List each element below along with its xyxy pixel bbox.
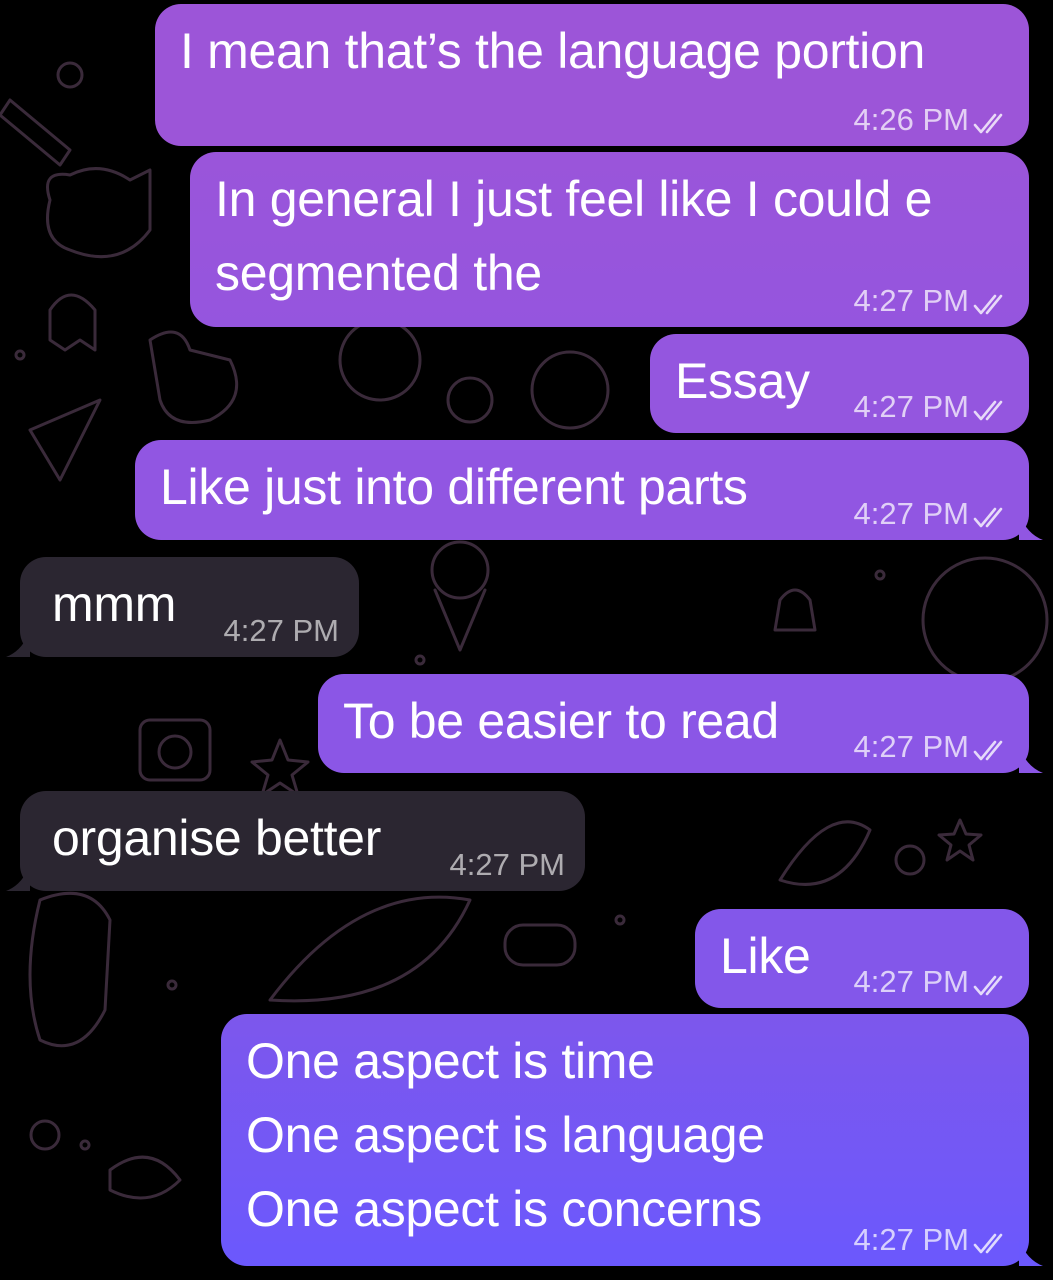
fox-tail-doodle <box>778 820 872 886</box>
message-time: 4:27 PM <box>853 729 969 764</box>
message-meta: 4:27 PM <box>854 283 1009 319</box>
ghost-doodle <box>48 293 97 352</box>
message-bubble-outgoing[interactable]: One aspect is time One aspect is languag… <box>221 1014 1043 1266</box>
message-meta: 4:27 PM <box>854 729 1009 765</box>
swirl-doodle-2 <box>29 1119 61 1151</box>
message-meta: 4:27 PM <box>450 847 565 883</box>
bubble-tail <box>6 865 30 891</box>
bell-doodle <box>773 588 817 632</box>
message-meta: 4:26 PM <box>854 102 1009 138</box>
double-check-icon <box>973 400 1003 421</box>
message-time: 4:27 PM <box>853 389 969 424</box>
shrimp-doodle <box>108 1155 182 1200</box>
bubble-tail <box>1019 747 1043 773</box>
double-check-icon <box>973 294 1003 315</box>
camera-doodle <box>138 718 212 782</box>
message-meta: 4:27 PM <box>854 389 1009 425</box>
dot-doodle-3 <box>874 569 886 581</box>
message-time: 4:27 PM <box>853 1222 969 1257</box>
message-time: 4:27 PM <box>449 847 565 882</box>
message-bubble-outgoing[interactable]: I mean that’s the language portion 4:26 … <box>155 4 1029 146</box>
dot-doodle-5 <box>166 979 178 991</box>
heart-doodle <box>56 61 84 89</box>
star-doodle-2 <box>937 818 983 862</box>
bubble-tail <box>1019 514 1043 540</box>
double-check-icon <box>973 740 1003 761</box>
duck-doodle <box>148 330 239 424</box>
cat-doodle <box>46 167 152 259</box>
double-check-icon <box>973 113 1003 134</box>
bubble-tail <box>6 631 30 657</box>
message-text: I mean that’s the language portion <box>180 23 925 79</box>
swirl-doodle-1 <box>894 844 926 876</box>
leaf-doodle <box>268 895 472 1003</box>
message-bubble-incoming[interactable]: organise better 4:27 PM <box>6 791 585 891</box>
message-meta: 4:27 PM <box>224 613 339 649</box>
message-text: One aspect is time One aspect is languag… <box>246 1033 765 1237</box>
message-meta: 4:27 PM <box>854 964 1009 1000</box>
double-check-icon <box>973 975 1003 996</box>
dot-doodle-1 <box>14 349 26 361</box>
message-bubble-outgoing[interactable]: Like just into different parts 4:27 PM <box>135 440 1043 540</box>
camera-lens-doodle <box>157 734 193 770</box>
moon-doodle <box>530 350 610 430</box>
dot-doodle-4 <box>614 914 626 926</box>
message-bubble-outgoing[interactable]: To be easier to read 4:27 PM <box>318 674 1043 773</box>
message-meta: 4:27 PM <box>854 496 1009 532</box>
message-time: 4:27 PM <box>223 613 339 648</box>
message-meta: 4:27 PM <box>854 1222 1009 1258</box>
icecream-doodle <box>430 540 490 600</box>
pizza-doodle <box>28 398 102 482</box>
message-bubble-outgoing[interactable]: Essay 4:27 PM <box>650 334 1029 433</box>
message-bubble-incoming[interactable]: mmm 4:27 PM <box>6 557 359 657</box>
pencil-doodle <box>0 98 72 167</box>
ball-doodle <box>921 556 1049 684</box>
double-check-icon <box>973 1233 1003 1254</box>
dot-doodle-6 <box>79 1139 91 1151</box>
message-bubble-outgoing[interactable]: In general I just feel like I could e se… <box>190 152 1029 327</box>
message-time: 4:27 PM <box>853 964 969 999</box>
gamepad-doodle <box>503 923 577 967</box>
message-time: 4:26 PM <box>853 102 969 137</box>
dog-doodle <box>28 891 112 1048</box>
message-time: 4:27 PM <box>853 496 969 531</box>
double-check-icon <box>973 507 1003 528</box>
avocado-doodle <box>446 376 494 424</box>
message-time: 4:27 PM <box>853 283 969 318</box>
bubble-tail <box>1019 1240 1043 1266</box>
message-bubble-outgoing[interactable]: Like 4:27 PM <box>695 909 1029 1008</box>
star-doodle-1 <box>250 738 310 797</box>
lemon-doodle <box>338 318 422 402</box>
dot-doodle-2 <box>414 654 426 666</box>
